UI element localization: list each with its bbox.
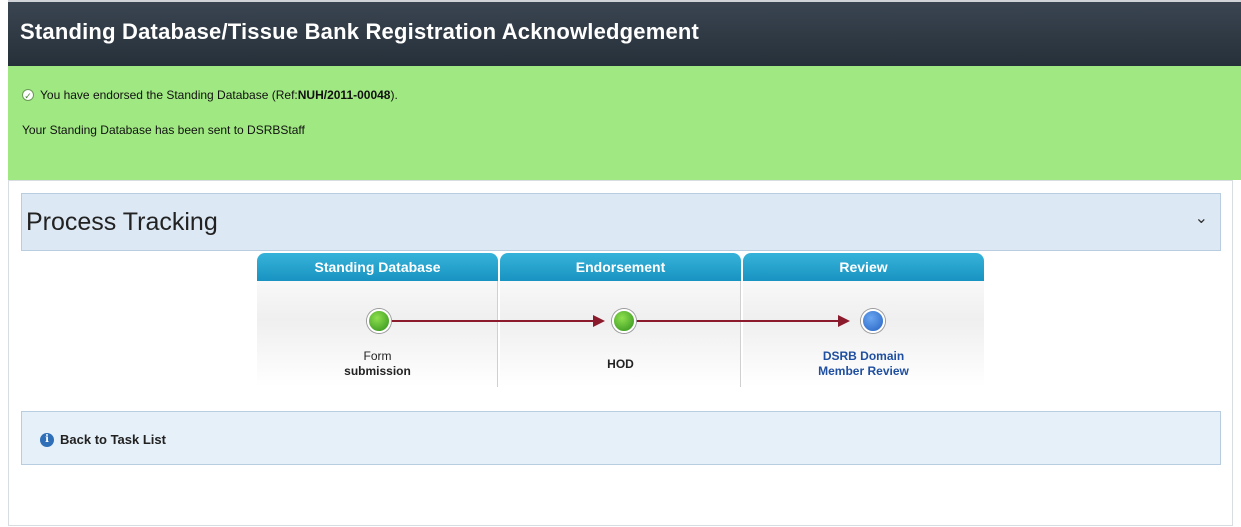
process-tracking-header[interactable]: Process Tracking ⌄: [21, 193, 1221, 251]
main-content: Process Tracking ⌄ Standing Database End…: [8, 180, 1233, 526]
stage-header: Standing Database: [257, 253, 498, 281]
page-header: Standing Database/Tissue Bank Registrati…: [8, 0, 1241, 66]
process-tracking-title: Process Tracking: [26, 208, 218, 236]
arrow-right-icon: [593, 315, 605, 327]
stage-label-line: Member Review: [818, 364, 909, 378]
stage-label-form-submission: Form submission: [257, 349, 498, 379]
stage-header: Review: [743, 253, 984, 281]
arrow-right-icon: [838, 315, 850, 327]
stage-status-dot-completed: [612, 309, 636, 333]
back-link-box: i Back to Task List: [21, 411, 1221, 465]
back-to-task-list-link[interactable]: i Back to Task List: [40, 432, 166, 447]
stage-label-line: Form: [363, 349, 392, 363]
page-title: Standing Database/Tissue Bank Registrati…: [20, 19, 700, 44]
sent-message: Your Standing Database has been sent to …: [22, 123, 305, 137]
flow-arrow-line: [380, 320, 594, 322]
endorse-message: ✓ You have endorsed the Standing Databas…: [22, 88, 398, 102]
stage-label-line: submission: [344, 364, 411, 378]
stage-status-dot-current: [861, 309, 885, 333]
check-circle-icon: ✓: [22, 89, 34, 101]
process-tracker: Standing Database Endorsement Review For…: [257, 253, 985, 393]
stage-label-line: DSRB Domain: [822, 349, 905, 363]
success-message-box: ✓ You have endorsed the Standing Databas…: [8, 66, 1241, 180]
info-icon: i: [40, 432, 54, 447]
stage-label-line: HOD: [607, 357, 634, 371]
back-to-task-list-label: Back to Task List: [60, 432, 166, 447]
stage-label-dsrb-review: DSRB Domain Member Review: [743, 349, 984, 379]
stage-status-dot-completed: [367, 309, 391, 333]
chevron-down-icon[interactable]: ⌄: [1195, 208, 1208, 228]
reference-number: NUH/2011-00048: [297, 88, 391, 102]
stage-header: Endorsement: [500, 253, 741, 281]
endorse-message-prefix: You have endorsed the Standing Database …: [40, 88, 298, 102]
flow-arrow-line: [625, 320, 839, 322]
endorse-message-suffix: ).: [390, 88, 398, 102]
stage-label-hod: HOD: [500, 357, 741, 372]
